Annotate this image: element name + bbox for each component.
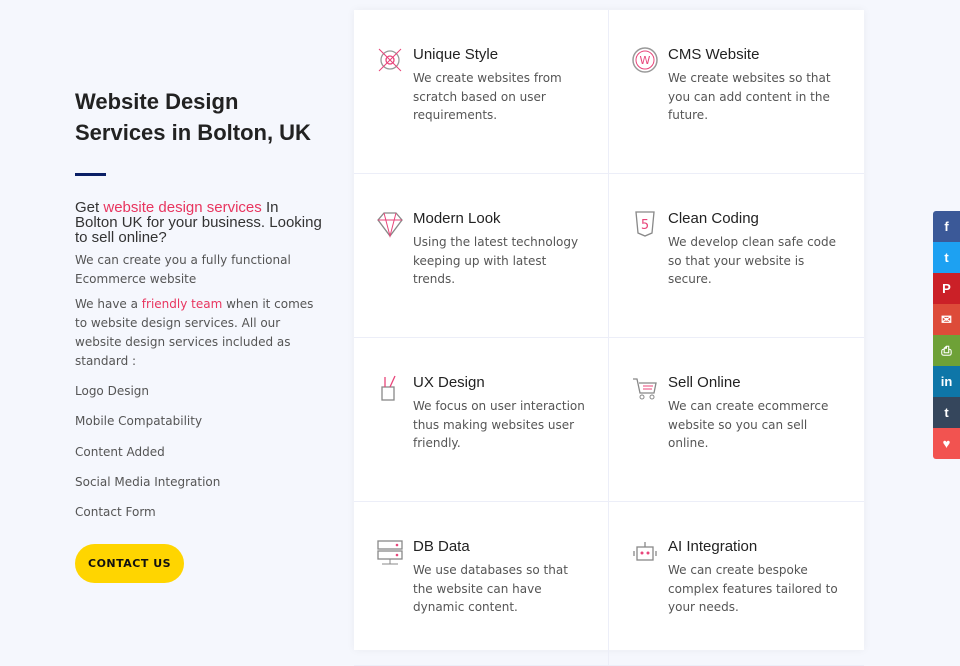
linkedin-share-button[interactable]: in <box>933 366 960 397</box>
email-share-button[interactable]: ✉ <box>933 304 960 335</box>
service-title: Sell Online <box>668 374 741 391</box>
service-title: Modern Look <box>413 210 501 227</box>
robot-icon <box>631 538 659 566</box>
contact-us-button[interactable]: CONTACT US <box>75 544 185 584</box>
pinterest-share-button[interactable]: P <box>933 273 960 304</box>
service-title: Clean Coding <box>668 210 759 227</box>
feature-item: Mobile Compatability <box>75 414 203 429</box>
facebook-share-button[interactable]: f <box>933 211 960 242</box>
service-card: AI Integration We can create bespoke com… <box>609 502 864 666</box>
services-grid: Unique Style We create websites from scr… <box>354 10 864 666</box>
pinterest-icon: P <box>942 281 951 296</box>
linkedin-icon: in <box>940 374 953 389</box>
social-share-bar: f t P ✉ ⎙ in t ♥ <box>933 211 960 459</box>
wordpress-icon: W <box>631 46 659 74</box>
pencil-cup-icon <box>376 374 404 402</box>
service-description: We develop clean safe code so that your … <box>668 235 837 286</box>
feature-item: Social Media Integration <box>75 474 221 489</box>
service-title: DB Data <box>413 538 470 555</box>
tumblr-share-button[interactable]: t <box>933 397 960 428</box>
print-share-button[interactable]: ⎙ <box>933 335 960 366</box>
service-card: Sell Online We can create ecommerce webs… <box>609 338 864 502</box>
twitter-share-button[interactable]: t <box>933 242 960 273</box>
team-paragraph: We have a friendly team when it comes to… <box>75 297 314 368</box>
cart-icon <box>631 374 659 402</box>
twitter-icon: t <box>944 250 949 265</box>
html5-icon: 5 <box>631 210 659 238</box>
love-share-button[interactable]: ♥ <box>933 428 960 459</box>
service-description: We create websites from scratch based on… <box>413 71 562 122</box>
feature-item: Content Added <box>75 444 165 459</box>
email-icon: ✉ <box>941 311 952 327</box>
diamond-icon <box>376 210 404 238</box>
feature-item: Logo Design <box>75 384 150 398</box>
service-card: UX Design We focus on user interaction t… <box>354 338 609 502</box>
service-description: We create websites so that you can add c… <box>668 71 831 122</box>
service-card: DB Data We use databases so that the web… <box>354 502 609 666</box>
service-title: UX Design <box>413 374 485 391</box>
service-card: W CMS Website We create websites so that… <box>609 10 864 174</box>
print-icon: ⎙ <box>941 342 952 358</box>
service-description: Using the latest technology keeping up w… <box>413 235 579 286</box>
intro-section: Website Design Services in Bolton, UK Ge… <box>75 86 325 584</box>
love-icon: ♥ <box>942 436 951 451</box>
service-description: We can create bespoke complex features t… <box>668 563 838 614</box>
service-card: 5 Clean Coding We develop clean safe cod… <box>609 174 864 338</box>
svg-text:5: 5 <box>641 218 649 233</box>
tumblr-icon: t <box>944 405 949 420</box>
facebook-icon: f <box>944 219 949 234</box>
friendly-team-link[interactable]: friendly team <box>142 297 222 311</box>
feature-item: Contact Form <box>75 505 156 520</box>
lead-text: Get website design services In Bolton UK… <box>75 199 322 246</box>
service-title: CMS Website <box>668 46 760 63</box>
service-title: AI Integration <box>668 538 758 555</box>
service-title: Unique Style <box>413 46 499 63</box>
target-icon <box>376 46 404 74</box>
service-description: We use databases so that the website can… <box>413 563 568 614</box>
title-underline <box>75 173 106 176</box>
service-description: We can create ecommerce website so you c… <box>668 399 829 450</box>
svg-text:W: W <box>640 54 651 67</box>
server-icon <box>376 538 404 566</box>
service-card: Modern Look Using the latest technology … <box>354 174 609 338</box>
intro-paragraph: We can create you a fully functional Eco… <box>75 253 291 286</box>
service-description: We focus on user interaction thus making… <box>413 399 585 450</box>
service-card: Unique Style We create websites from scr… <box>354 10 609 174</box>
page-title: Website Design Services in Bolton, UK <box>75 89 311 145</box>
